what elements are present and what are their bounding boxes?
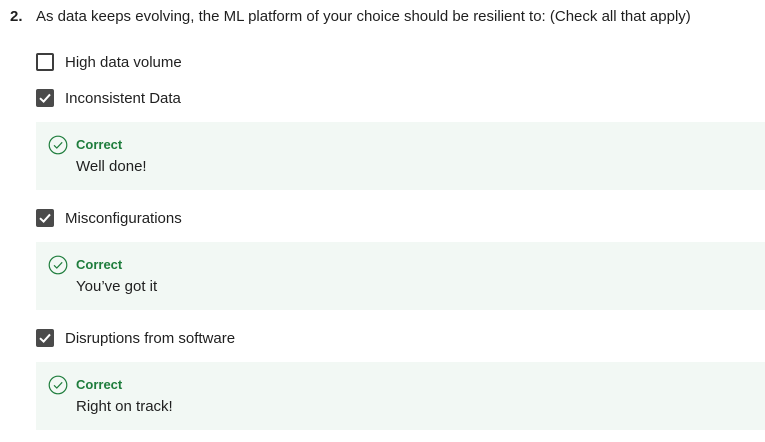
feedback-panel: Correct You’ve got it [36,242,765,310]
option-inconsistent-data[interactable]: Inconsistent Data [36,88,181,108]
feedback-message: Right on track! [76,398,173,415]
check-circle-icon [48,375,68,395]
checkmark-icon [39,93,51,104]
option-label: Disruptions from software [65,329,236,347]
feedback-status: Correct [76,137,123,152]
option-label: Misconfigurations [65,209,182,227]
option-high-data-volume[interactable]: High data volume [36,52,182,72]
check-circle-icon [48,255,68,275]
option-disruptions-from-software[interactable]: Disruptions from software [36,328,235,348]
checkbox-checked[interactable] [36,89,54,107]
question-number: 2. [10,8,23,25]
checkbox-checked[interactable] [36,329,54,347]
checkmark-icon [39,213,51,224]
check-circle-icon [48,135,68,155]
feedback-message: Well done! [76,158,147,175]
question-text: As data keeps evolving, the ML platform … [36,8,691,25]
feedback-panel: Correct Right on track! [36,362,765,430]
checkbox-unchecked[interactable] [36,53,54,71]
question-header: 2. As data keeps evolving, the ML platfo… [10,8,691,25]
checkmark-icon [39,333,51,344]
option-label: High data volume [65,53,182,71]
option-label: Inconsistent Data [65,89,181,107]
feedback-panel: Correct Well done! [36,122,765,190]
feedback-message: You’ve got it [76,278,158,295]
feedback-status: Correct [76,257,123,272]
option-misconfigurations[interactable]: Misconfigurations [36,208,182,228]
feedback-status: Correct [76,377,123,392]
checkbox-checked[interactable] [36,209,54,227]
